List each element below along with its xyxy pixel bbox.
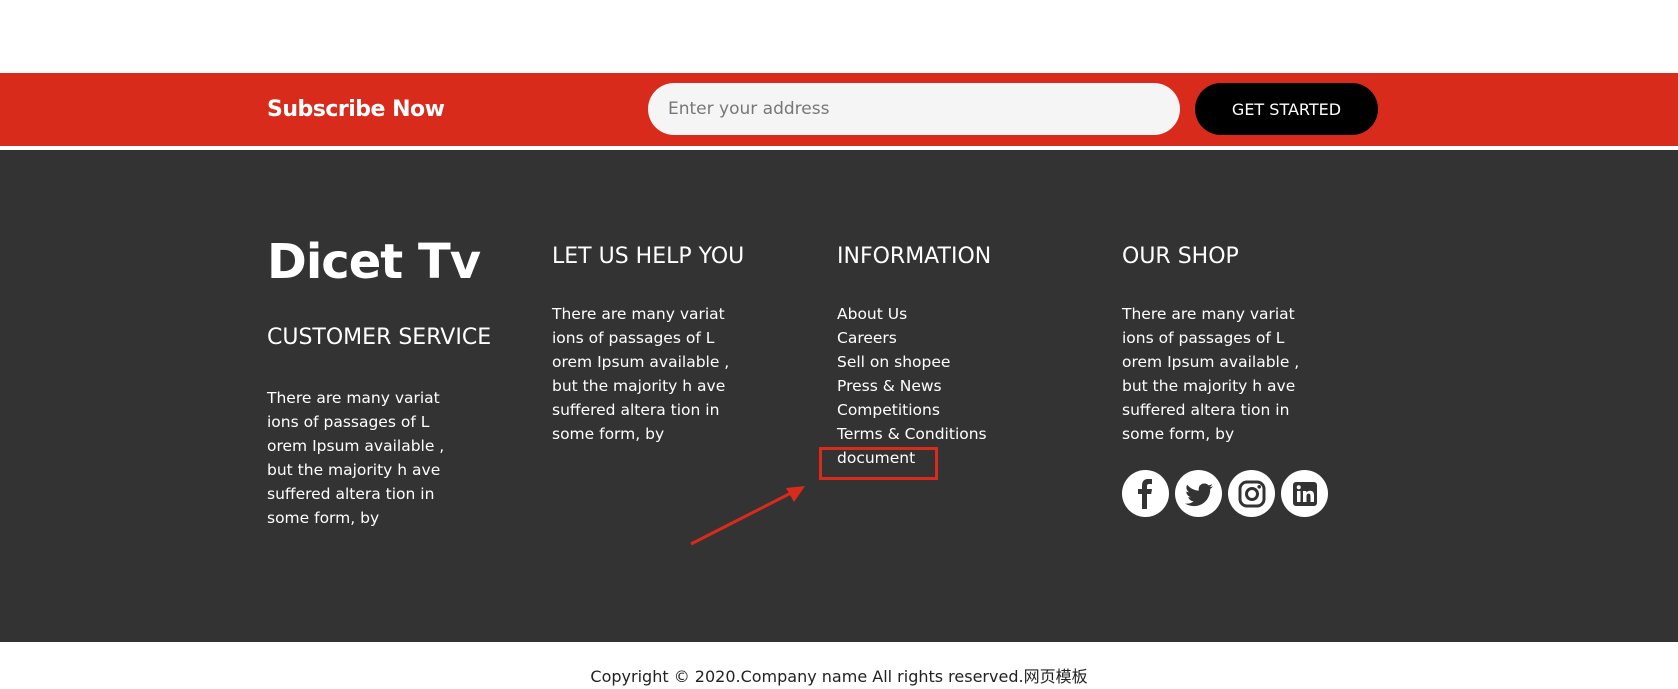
copyright-text: Copyright © 2020.Company name All rights…: [590, 667, 1088, 686]
link-sell-on-shopee[interactable]: Sell on shopee: [837, 353, 950, 371]
help-title: LET US HELP YOU: [552, 244, 745, 269]
link-terms-conditions[interactable]: Terms & Conditions: [837, 425, 987, 443]
subscribe-email-input[interactable]: [648, 83, 1180, 135]
shop-title: OUR SHOP: [1122, 244, 1239, 269]
link-competitions[interactable]: Competitions: [837, 401, 940, 419]
information-title: INFORMATION: [837, 244, 992, 269]
social-icons: [1122, 470, 1328, 517]
link-careers[interactable]: Careers: [837, 329, 897, 347]
customer-service-text: There are many variat ions of passages o…: [267, 389, 445, 527]
information-links: About Us Careers Sell on shopee Press & …: [837, 302, 987, 470]
get-started-button[interactable]: GET STARTED: [1195, 83, 1378, 135]
footer-brand-logo: Dicet Tv: [267, 234, 481, 290]
subscribe-title: Subscribe Now: [267, 97, 445, 122]
link-press-news[interactable]: Press & News: [837, 377, 942, 395]
instagram-icon[interactable]: [1228, 470, 1275, 517]
twitter-icon[interactable]: [1175, 470, 1222, 517]
link-about-us[interactable]: About Us: [837, 305, 907, 323]
footer: Dicet Tv CUSTOMER SERVICE There are many…: [0, 150, 1678, 642]
document-highlight-box: [819, 447, 938, 480]
shop-text: There are many variat ions of passages o…: [1122, 305, 1300, 443]
annotation-arrow: [690, 486, 805, 546]
linkedin-icon[interactable]: [1281, 470, 1328, 517]
subscribe-bar: Subscribe Now GET STARTED: [0, 73, 1678, 148]
help-text: There are many variat ions of passages o…: [552, 305, 730, 443]
customer-service-title: CUSTOMER SERVICE: [267, 325, 492, 350]
facebook-icon[interactable]: [1122, 470, 1169, 517]
